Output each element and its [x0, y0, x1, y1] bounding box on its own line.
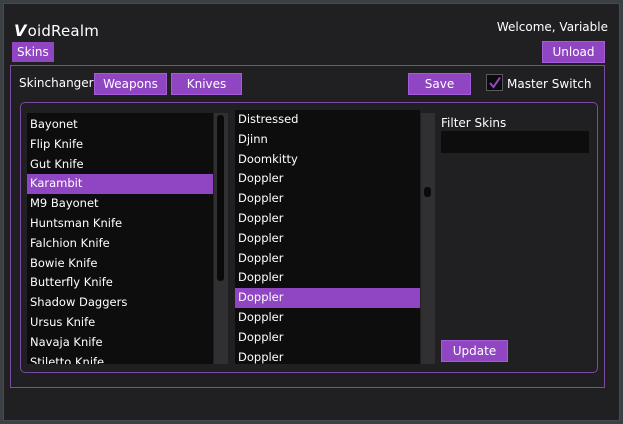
unload-button[interactable]: Unload — [542, 41, 605, 63]
skin-list-item[interactable]: Doppler — [235, 209, 420, 229]
skin-list-item[interactable]: Doomkitty — [235, 150, 420, 170]
save-button[interactable]: Save — [408, 73, 471, 95]
checkmark-icon — [489, 76, 501, 89]
knife-list-item[interactable]: Bowie Knife — [27, 254, 213, 274]
knife-list-item[interactable]: Gut Knife — [27, 155, 213, 175]
skin-list-item[interactable]: Djinn — [235, 130, 420, 150]
master-switch-checkbox[interactable] — [486, 74, 503, 91]
skin-list-item[interactable]: Doppler — [235, 268, 420, 288]
knife-list-item[interactable]: Falchion Knife — [27, 234, 213, 254]
skin-list-item[interactable]: Doppler — [235, 308, 420, 328]
filter-skins-label: Filter Skins — [441, 116, 507, 130]
knife-list-item[interactable]: Karambit — [27, 174, 213, 195]
knives-button[interactable]: Knives — [171, 73, 242, 95]
skin-list-item[interactable]: Distressed — [235, 110, 420, 130]
knife-list-item[interactable]: Shadow Daggers — [27, 293, 213, 313]
skin-list-item[interactable]: Doppler — [235, 189, 420, 209]
skinchanger-label: Skinchanger — [19, 76, 94, 90]
knife-list-item[interactable]: Butterfly Knife — [27, 273, 213, 293]
knife-list-item[interactable]: Huntsman Knife — [27, 214, 213, 234]
skin-list[interactable]: Distressed Djinn Doomkitty Doppler Doppler Do… — [235, 110, 420, 364]
knife-list-item[interactable]: Ursus Knife — [27, 313, 213, 333]
knife-list-scrollbar[interactable] — [214, 113, 228, 364]
knife-list-item[interactable]: Flip Knife — [27, 135, 213, 155]
tab-skins[interactable]: Skins — [12, 42, 54, 62]
knife-list-item[interactable]: Navaja Knife — [27, 333, 213, 353]
skin-list-item[interactable]: Doppler — [235, 348, 420, 364]
knife-list[interactable]: Bayonet Flip Knife Gut Knife Karambit M9 Bay… — [27, 113, 213, 364]
update-button[interactable]: Update — [441, 340, 508, 362]
weapons-button[interactable]: Weapons — [94, 73, 167, 95]
skin-list-scroll-thumb[interactable] — [424, 187, 431, 197]
logo-mark: V — [14, 21, 27, 40]
knife-list-item[interactable]: Bayonet — [27, 115, 213, 135]
skin-list-item[interactable]: Doppler — [235, 288, 420, 308]
master-switch-label: Master Switch — [507, 77, 592, 91]
welcome-text: Welcome, Variable — [496, 20, 608, 34]
knife-list-item[interactable]: Stiletto Knife — [27, 353, 213, 364]
filter-skins-input[interactable] — [441, 131, 589, 153]
title-bar: VoidRealm Welcome, Variable — [4, 4, 619, 46]
skin-list-scrollbar[interactable] — [421, 113, 435, 364]
skin-list-item[interactable]: Doppler — [235, 328, 420, 348]
knife-list-item[interactable]: M9 Bayonet — [27, 194, 213, 214]
skin-list-item[interactable]: Doppler — [235, 229, 420, 249]
skin-list-item[interactable]: Doppler — [235, 249, 420, 269]
app-logo: VoidRealm — [14, 21, 99, 40]
knife-list-scroll-thumb[interactable] — [217, 115, 224, 281]
logo-text: oidRealm — [27, 22, 100, 40]
skin-list-item[interactable]: Doppler — [235, 169, 420, 189]
